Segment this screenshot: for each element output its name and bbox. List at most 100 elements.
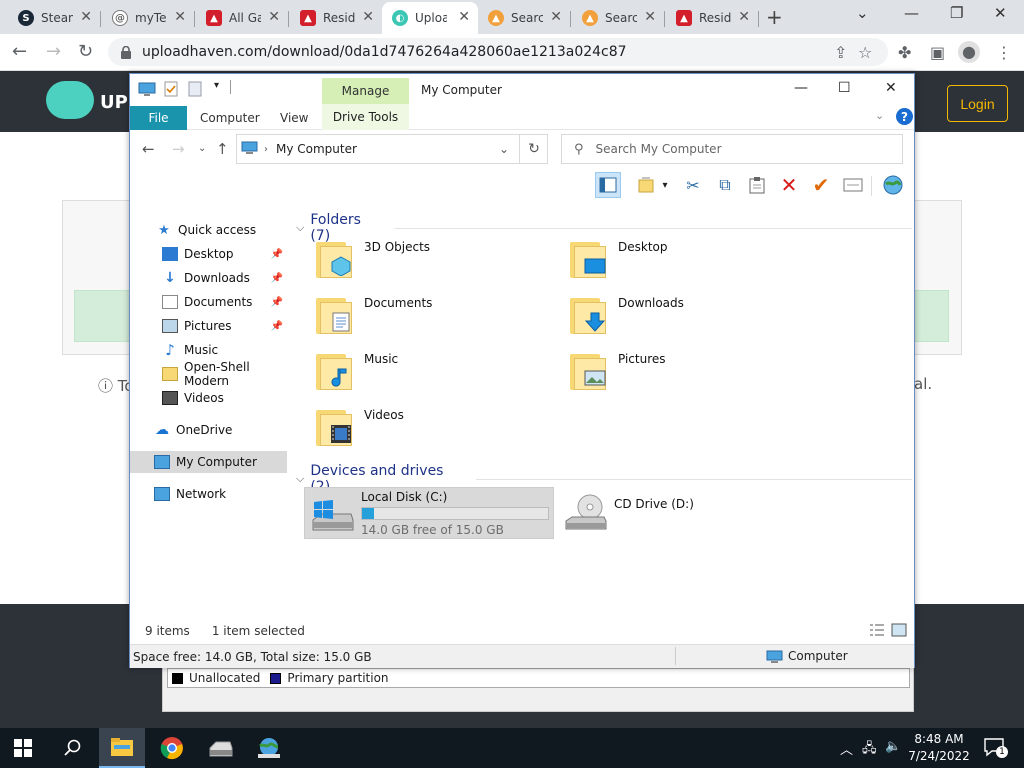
back-arrow-icon[interactable]: ← (12, 41, 27, 62)
close-icon[interactable]: ✕ (885, 80, 897, 96)
nav-desktop[interactable]: Desktop 📌 (130, 243, 287, 265)
browser-tab-upload-active[interactable]: ◐ Upload ✕ (382, 2, 478, 34)
close-icon[interactable]: ✕ (174, 9, 186, 25)
nav-videos[interactable]: Videos (130, 387, 287, 409)
pin-icon[interactable]: 📌 (271, 273, 283, 284)
collapse-chevron-icon[interactable]: ⌵ (296, 472, 304, 486)
taskbar-search-button[interactable] (50, 728, 96, 768)
restore-icon[interactable]: ❐ (950, 4, 963, 22)
new-folder-icon[interactable] (188, 81, 202, 100)
new-tab-plus-icon[interactable]: + (766, 5, 783, 29)
tray-overflow-chevron-icon[interactable]: ︿ (840, 739, 853, 758)
nav-openshell[interactable]: Open-Shell Modern (130, 360, 287, 388)
recent-locations-chevron-icon[interactable]: ⌄ (198, 143, 206, 154)
collapse-chevron-icon[interactable]: ⌵ (296, 221, 304, 235)
pin-icon[interactable]: 📌 (271, 321, 283, 332)
folder-music[interactable]: Music (308, 346, 548, 396)
close-icon[interactable]: ✕ (738, 9, 750, 25)
delete-x-icon[interactable]: ✕ (776, 172, 802, 198)
side-panel-icon[interactable]: ▣ (930, 43, 945, 62)
expand-ribbon-chevron-icon[interactable]: ⌄ (875, 109, 884, 122)
taskbar-chrome[interactable] (149, 728, 195, 768)
profile-avatar-icon[interactable]: ● (958, 41, 980, 63)
volume-icon[interactable]: 🔈 (885, 739, 901, 754)
search-input[interactable]: ⚲ Search My Computer (561, 134, 903, 164)
cut-scissors-icon[interactable]: ✂ (680, 172, 706, 198)
properties-check-icon[interactable] (164, 81, 178, 100)
close-icon[interactable]: ✕ (550, 9, 562, 25)
notifications-button[interactable]: 1 (984, 737, 1008, 761)
pin-icon[interactable]: 📌 (271, 297, 283, 308)
drive-local-disk-c[interactable]: Local Disk (C:) 14.0 GB free of 15.0 GB (304, 487, 554, 539)
taskbar-file-explorer[interactable] (99, 728, 145, 768)
nav-music[interactable]: ♪ Music (130, 339, 287, 361)
close-icon[interactable]: ✕ (458, 9, 470, 25)
new-item-icon[interactable] (634, 172, 660, 198)
browser-tab-search-1[interactable]: ▲ Search ✕ (478, 4, 571, 32)
nav-documents[interactable]: Documents 📌 (130, 291, 287, 313)
folder-documents[interactable]: Documents (308, 290, 548, 340)
paste-clipboard-icon[interactable] (744, 172, 770, 198)
preview-pane-icon[interactable] (595, 172, 621, 198)
large-icons-view-icon[interactable] (891, 623, 907, 640)
close-window-icon[interactable]: ✕ (994, 4, 1007, 22)
nav-my-computer[interactable]: My Computer (130, 451, 287, 473)
taskbar-drive-app[interactable] (198, 728, 244, 768)
forward-arrow-icon[interactable]: → (46, 41, 61, 62)
forward-arrow-icon[interactable]: → (172, 140, 185, 158)
pin-icon[interactable]: 📌 (271, 249, 283, 260)
nav-onedrive[interactable]: ☁ OneDrive (130, 419, 287, 441)
browser-tab-search-2[interactable]: ▲ Search ✕ (572, 4, 665, 32)
folder-videos[interactable]: Videos (308, 402, 548, 452)
close-icon[interactable]: ✕ (362, 9, 374, 25)
uploadhaven-logo-icon[interactable] (46, 81, 94, 119)
nav-network[interactable]: Network (130, 483, 287, 505)
folder-downloads[interactable]: Downloads (562, 290, 802, 340)
copy-icon[interactable]: ⧉ (712, 172, 738, 198)
tab-drive-tools[interactable]: Drive Tools (322, 104, 409, 130)
address-dropdown-icon[interactable]: ⌄ (499, 142, 509, 156)
minimize-icon[interactable]: — (904, 4, 919, 22)
taskbar-globe-app[interactable] (246, 728, 292, 768)
menu-kebab-icon[interactable]: ⋮ (996, 43, 1012, 62)
help-icon[interactable]: ? (896, 108, 913, 125)
start-button[interactable] (0, 728, 46, 768)
tab-computer[interactable]: Computer (200, 111, 260, 125)
tab-manage[interactable]: Manage (322, 78, 409, 104)
nav-pictures[interactable]: Pictures 📌 (130, 315, 287, 337)
nav-quick-access[interactable]: ★ Quick access (130, 219, 287, 241)
browser-tab-all-games[interactable]: ▲ All Games ✕ (196, 4, 289, 32)
bookmark-star-icon[interactable]: ☆ (858, 43, 872, 62)
tab-view[interactable]: View (280, 111, 308, 125)
reload-icon[interactable]: ↻ (78, 41, 93, 62)
tab-file[interactable]: File (130, 106, 187, 130)
browser-tab-myteam[interactable]: @ myTeam ✕ (102, 4, 195, 32)
details-view-icon[interactable] (869, 623, 885, 640)
folder-desktop[interactable]: Desktop (562, 234, 802, 284)
extensions-puzzle-icon[interactable]: ✤ (898, 43, 911, 62)
maximize-icon[interactable]: ☐ (838, 80, 851, 96)
login-button[interactable]: Login (947, 85, 1008, 122)
minimize-icon[interactable]: — (794, 80, 808, 96)
new-item-dropdown-icon[interactable]: ▾ (658, 172, 672, 198)
close-icon[interactable]: ✕ (644, 9, 656, 25)
close-icon[interactable]: ✕ (80, 9, 92, 25)
folder-pictures[interactable]: Pictures (562, 346, 802, 396)
drive-cd-d[interactable]: CD Drive (D:) (558, 487, 808, 539)
breadcrumb-chevron-icon[interactable]: › (264, 144, 268, 155)
back-arrow-icon[interactable]: ← (142, 140, 155, 158)
globe-icon[interactable] (880, 172, 906, 198)
close-icon[interactable]: ✕ (268, 9, 280, 25)
url-bar[interactable]: uploadhaven.com/download/0da1d7476264a42… (108, 38, 888, 66)
network-status-icon[interactable]: 🖧 (862, 739, 877, 761)
qat-dropdown-icon[interactable]: ▾ (214, 80, 219, 91)
nav-downloads[interactable]: ↓ Downloads 📌 (130, 267, 287, 289)
folder-3d-objects[interactable]: 3D Objects (308, 234, 548, 284)
refresh-icon[interactable]: ↻ (519, 134, 548, 164)
browser-tab-resident-2[interactable]: ▲ Resident ✕ (666, 4, 759, 32)
browser-tab-steam[interactable]: S Steam ✕ (8, 4, 101, 32)
share-icon[interactable]: ⇪ (834, 43, 847, 62)
rename-check-icon[interactable]: ✔ (808, 172, 834, 198)
explorer-address-bar[interactable]: › My Computer ⌄ (236, 134, 548, 164)
browser-tab-resident[interactable]: ▲ Resident ✕ (290, 4, 382, 32)
